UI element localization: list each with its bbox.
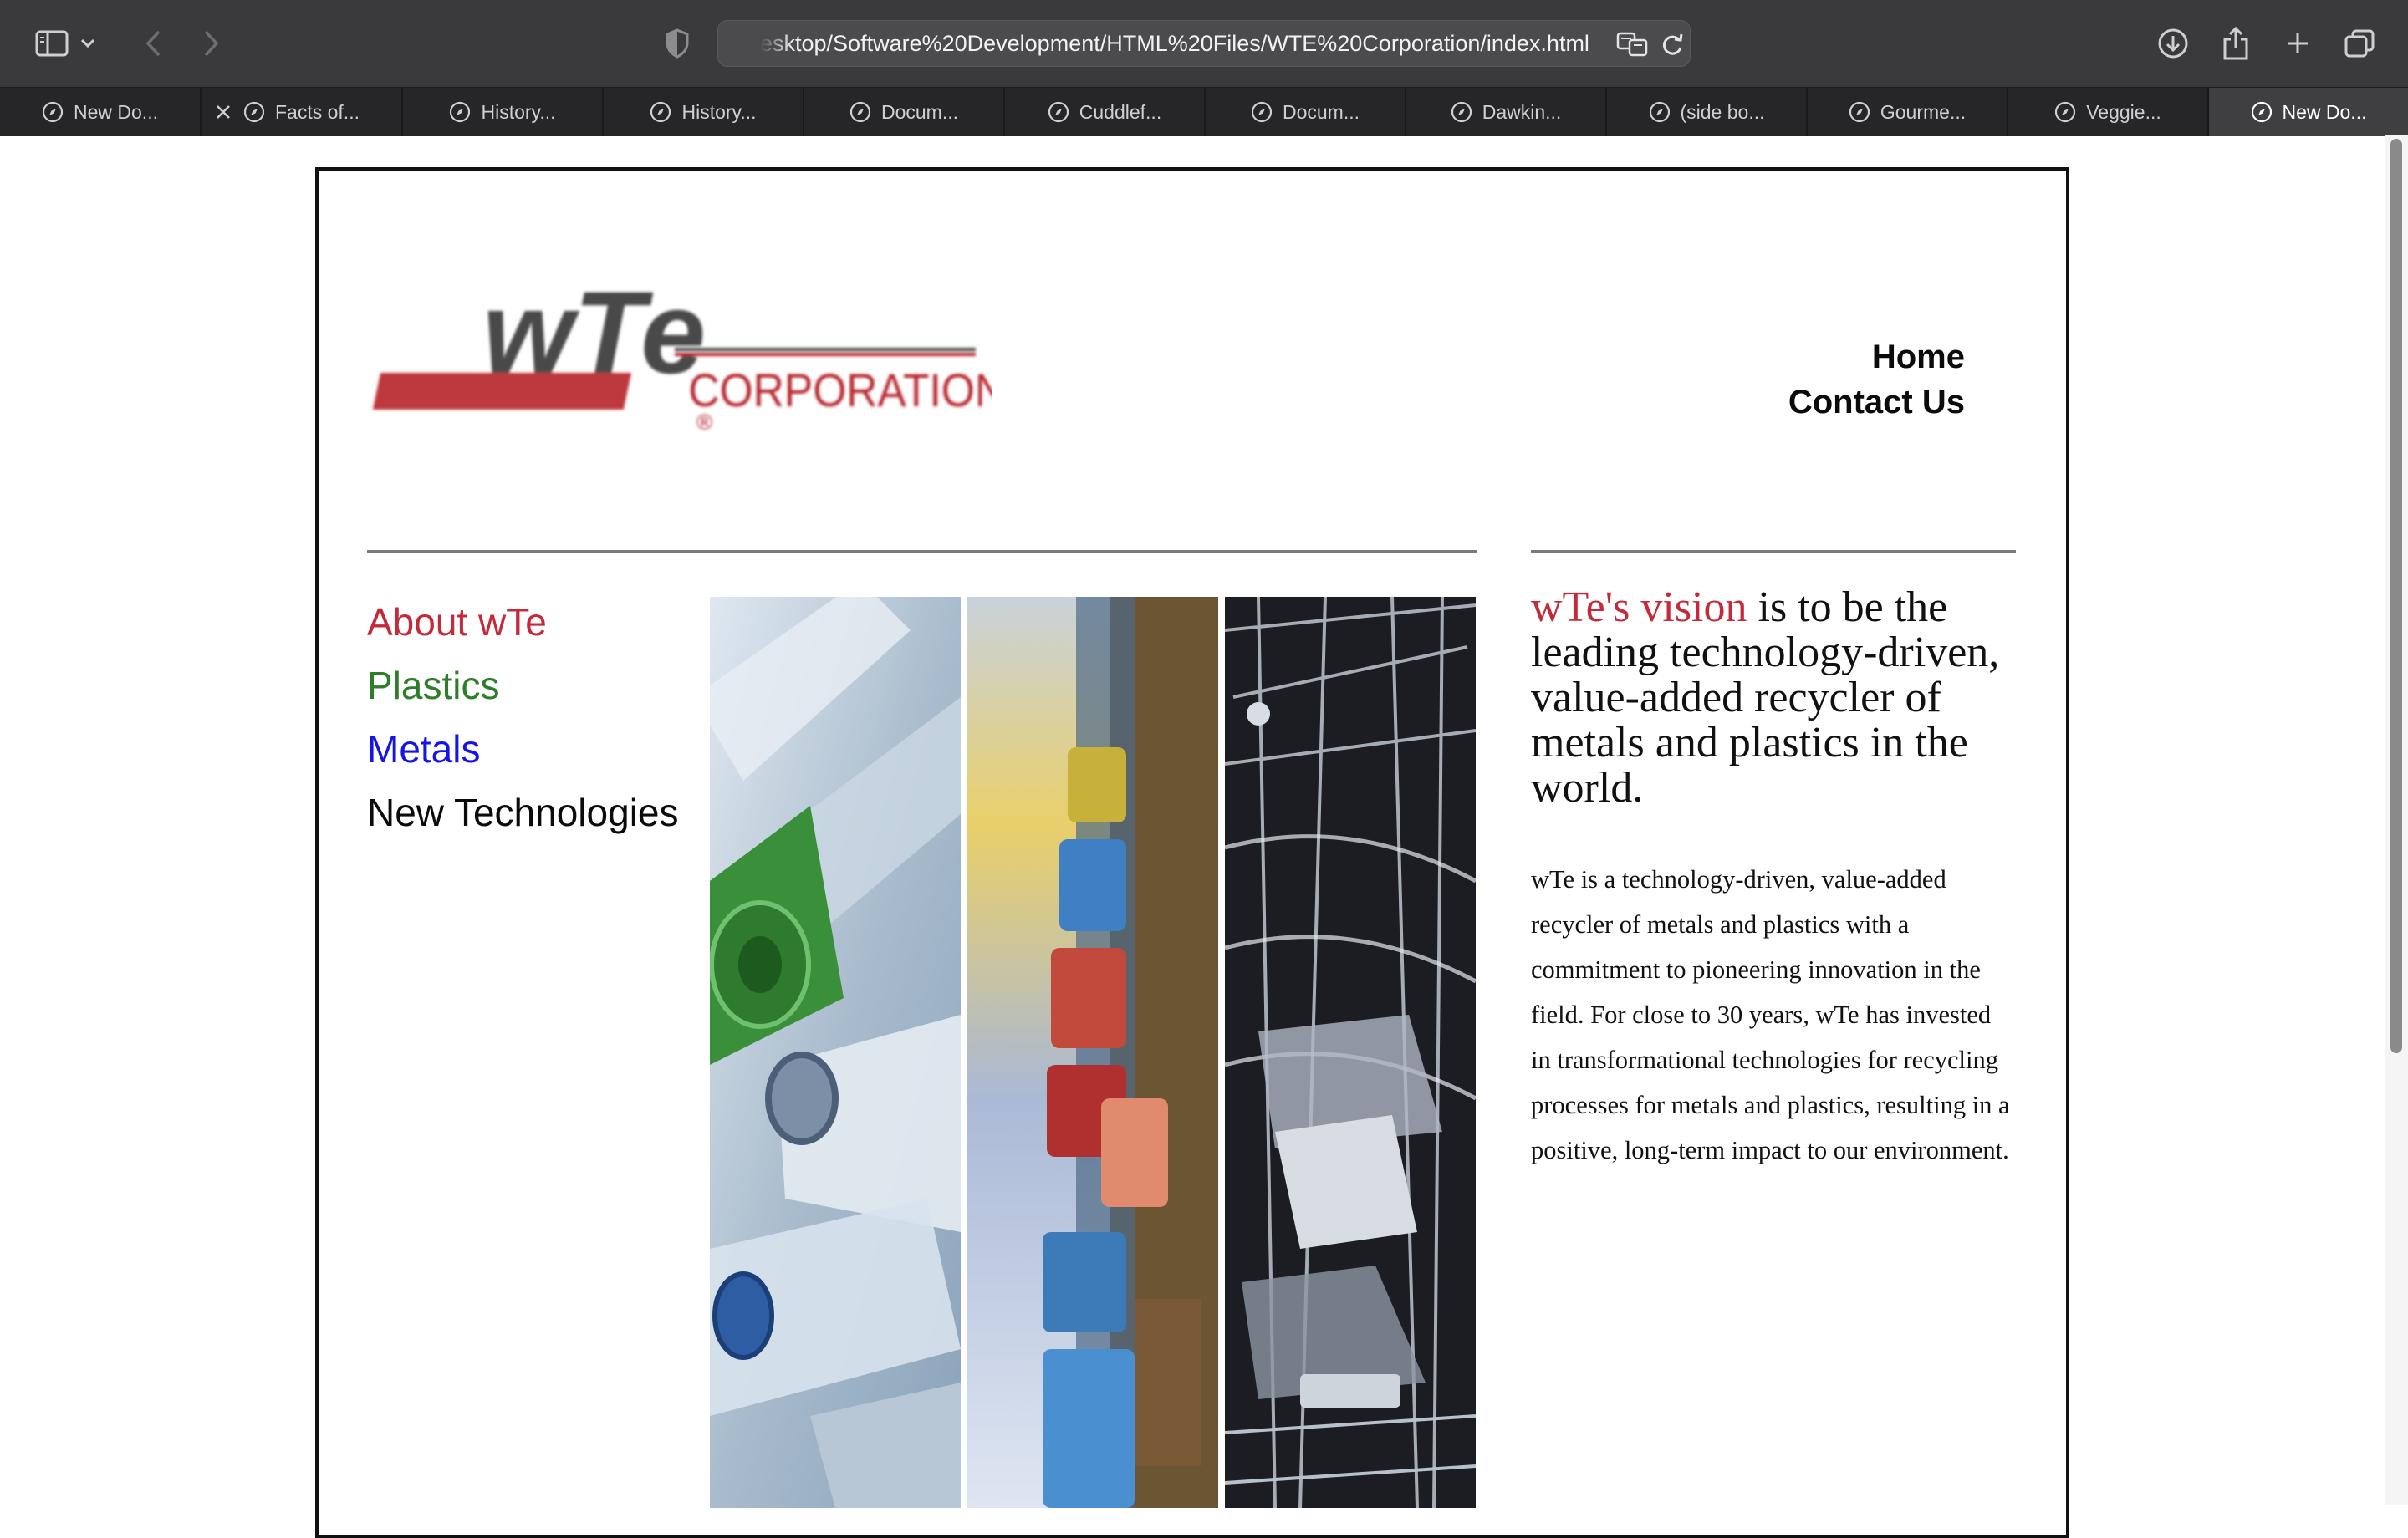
divider-left (367, 550, 1477, 553)
address-bar[interactable]: esktop/Software%20Development/HTML%20Fil… (717, 20, 1691, 67)
compass-icon (2251, 101, 2272, 123)
logo-sub-text: CORPORATION (688, 364, 992, 416)
tab-document-1[interactable]: Docum... (804, 88, 1005, 136)
about-paragraph: wTe is a technology-driven, value-added … (1531, 865, 2010, 1164)
compass-icon (1451, 101, 1472, 123)
back-icon[interactable] (134, 23, 174, 64)
vision-highlight: wTe's vision (1531, 583, 1747, 631)
compass-icon (1251, 101, 1273, 123)
compass-icon (450, 101, 471, 123)
compass-icon (2055, 101, 2076, 123)
tab-label: Docum... (880, 100, 959, 123)
translate-icon[interactable] (1616, 31, 1650, 61)
chevron-down-icon[interactable] (75, 23, 100, 64)
tab-strip: New Do... Facts of... History... History… (0, 87, 2408, 136)
tab-new-document-active[interactable]: New Do... (2209, 88, 2408, 136)
side-nav: About wTe Plastics Metals New Technologi… (367, 590, 679, 844)
tab-veggie[interactable]: Veggie... (2008, 88, 2209, 136)
forward-icon[interactable] (191, 23, 231, 64)
privacy-shield-icon[interactable] (657, 23, 697, 64)
junkyard-cars-image (967, 597, 1218, 1508)
close-icon[interactable] (213, 102, 233, 122)
downloads-icon[interactable] (2153, 23, 2193, 64)
compass-icon (1048, 101, 1069, 123)
tab-document-2[interactable]: Docum... (1206, 88, 1406, 136)
compass-icon (849, 101, 871, 123)
compass-icon (42, 101, 64, 123)
nav-metals-link[interactable]: Metals (367, 717, 679, 781)
tab-label: History... (681, 100, 757, 123)
nav-about-link[interactable]: About wTe (367, 590, 679, 654)
divider-right (1531, 550, 2016, 553)
tab-dawkins[interactable]: Dawkin... (1406, 88, 1607, 136)
nav-plastics-link[interactable]: Plastics (367, 654, 679, 717)
tab-facts[interactable]: Facts of... (202, 88, 403, 136)
tab-label: New Do... (2282, 100, 2367, 123)
tab-gourmet[interactable]: Gourme... (1808, 88, 2008, 136)
tab-overview-icon[interactable] (2339, 23, 2380, 64)
scrollbar-thumb[interactable] (2390, 139, 2402, 1053)
share-icon[interactable] (2216, 23, 2256, 64)
url-fade (760, 26, 793, 63)
tab-label: Veggie... (2086, 100, 2161, 123)
tab-label: New Do... (74, 100, 158, 123)
wte-corporation-logo: wTe CORPORATION ® (372, 267, 992, 435)
reload-icon[interactable] (1660, 31, 1685, 61)
tab-label: Cuddlef... (1079, 100, 1162, 123)
nav-new-technologies-link[interactable]: New Technologies (367, 781, 679, 844)
tab-label: History... (481, 100, 556, 123)
tab-label: Docum... (1282, 100, 1360, 123)
tab-label: (side bo... (1680, 100, 1765, 123)
new-tab-icon[interactable] (2278, 23, 2318, 64)
vision-statement: wTe's vision is to be the leading techno… (1531, 585, 2008, 811)
tab-label: Gourme... (1880, 100, 1967, 123)
url-text[interactable]: esktop/Software%20Development/HTML%20Fil… (760, 21, 1596, 66)
tab-cuddlefish[interactable]: Cuddlef... (1005, 88, 1206, 136)
tab-history-1[interactable]: History... (403, 88, 604, 136)
nav-contact-link[interactable]: Contact Us (1788, 379, 1965, 425)
compass-icon (1649, 101, 1670, 123)
compass-icon (1849, 101, 1870, 123)
logo-registered-mark: ® (696, 410, 712, 435)
tab-side-bo[interactable]: (side bo... (1607, 88, 1808, 136)
top-nav: Home Contact Us (1788, 334, 1965, 425)
nav-home-link[interactable]: Home (1788, 334, 1965, 379)
tab-label: Facts of... (275, 100, 360, 123)
plastic-bottles-image (710, 597, 961, 1508)
compass-icon (650, 101, 671, 123)
tab-history-2[interactable]: History... (604, 88, 804, 136)
browser-toolbar: esktop/Software%20Development/HTML%20Fil… (0, 0, 2408, 87)
sidebar-toggle-icon[interactable] (32, 23, 72, 64)
tab-label: Dawkin... (1482, 100, 1562, 123)
tab-new-document[interactable]: New Do... (0, 88, 202, 136)
scrap-metal-image (1225, 597, 1476, 1508)
compass-icon (243, 101, 265, 123)
